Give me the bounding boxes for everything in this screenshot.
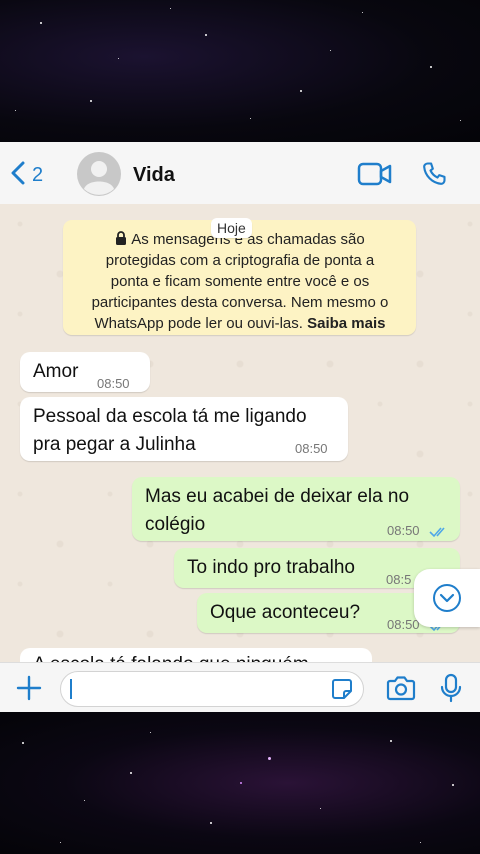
message-text: Oque aconteceu? bbox=[210, 602, 361, 623]
message-time: 08:50 bbox=[387, 523, 420, 538]
avatar[interactable] bbox=[77, 152, 121, 201]
message-text: Amor bbox=[33, 361, 79, 382]
unread-count: 2 bbox=[32, 164, 44, 186]
video-call-button[interactable] bbox=[357, 161, 393, 192]
encryption-line-4: participantes desta conversa. Nem mesmo … bbox=[91, 294, 389, 311]
chevron-down-circle-icon bbox=[433, 584, 461, 612]
text-caret bbox=[70, 679, 72, 699]
message-bubble-incoming[interactable]: Amor 08:50 bbox=[20, 352, 150, 392]
phone-icon bbox=[423, 162, 446, 185]
message-line: Pessoal da escola tá me ligando bbox=[33, 406, 307, 427]
learn-more-link[interactable]: Saiba mais bbox=[307, 315, 385, 332]
chat-area[interactable]: As mensagens e as chamadas são protegida… bbox=[0, 204, 480, 662]
encryption-line-2: protegidas com a criptografia de ponta a bbox=[105, 252, 375, 269]
message-bubble-incoming[interactable]: A escola tá falando que ninguém buscou bbox=[20, 648, 372, 662]
microphone-icon bbox=[440, 673, 462, 703]
message-line: Mas eu acabei de deixar ela no bbox=[145, 486, 410, 507]
message-input[interactable] bbox=[60, 671, 364, 707]
attach-button[interactable] bbox=[16, 675, 42, 706]
message-bubble-outgoing[interactable]: Mas eu acabei de deixar ela no colégio 0… bbox=[132, 477, 460, 541]
back-button[interactable]: 2 bbox=[10, 161, 43, 190]
contact-name[interactable]: Vida bbox=[133, 164, 175, 187]
message-time: 08:50 bbox=[97, 376, 130, 391]
chat-header: 2 bbox=[0, 142, 480, 205]
message-text: Pessoal da escola tá me ligando pra pega… bbox=[33, 403, 307, 459]
message-text: Mas eu acabei de deixar ela no colégio bbox=[145, 483, 409, 539]
message-time: 08:5 bbox=[386, 572, 412, 587]
scroll-to-bottom-button[interactable] bbox=[414, 569, 480, 627]
camera-button[interactable] bbox=[386, 674, 416, 707]
background-top bbox=[0, 0, 480, 142]
date-divider: Hoje bbox=[211, 218, 252, 238]
lock-icon bbox=[115, 231, 131, 248]
plus-icon bbox=[16, 675, 42, 701]
sticker-icon bbox=[332, 679, 352, 699]
message-time: 08:50 bbox=[295, 441, 328, 456]
camera-icon bbox=[386, 676, 416, 701]
message-text: To indo pro trabalho bbox=[187, 557, 355, 578]
background-bottom bbox=[0, 712, 480, 854]
default-avatar-icon bbox=[77, 152, 121, 196]
encryption-text: As mensagens e as chamadas são protegida… bbox=[75, 229, 405, 334]
encryption-line-3: ponta e ficam somente entre você e os bbox=[110, 273, 370, 290]
encryption-line-5: WhatsApp pode ler ou ouvi-las. bbox=[94, 315, 303, 332]
sticker-button[interactable] bbox=[331, 678, 353, 705]
message-line: colégio bbox=[145, 514, 206, 535]
microphone-button[interactable] bbox=[440, 673, 462, 708]
message-text: A escola tá falando que ninguém buscou bbox=[33, 654, 372, 662]
read-receipt-icon bbox=[429, 519, 449, 547]
chevron-left-icon bbox=[10, 161, 26, 190]
message-bubble-incoming[interactable]: Pessoal da escola tá me ligando pra pega… bbox=[20, 397, 348, 461]
video-camera-icon bbox=[357, 162, 392, 186]
message-input-bar bbox=[0, 662, 480, 713]
message-line: pra pegar a Julinha bbox=[33, 434, 196, 455]
voice-call-button[interactable] bbox=[420, 160, 448, 193]
